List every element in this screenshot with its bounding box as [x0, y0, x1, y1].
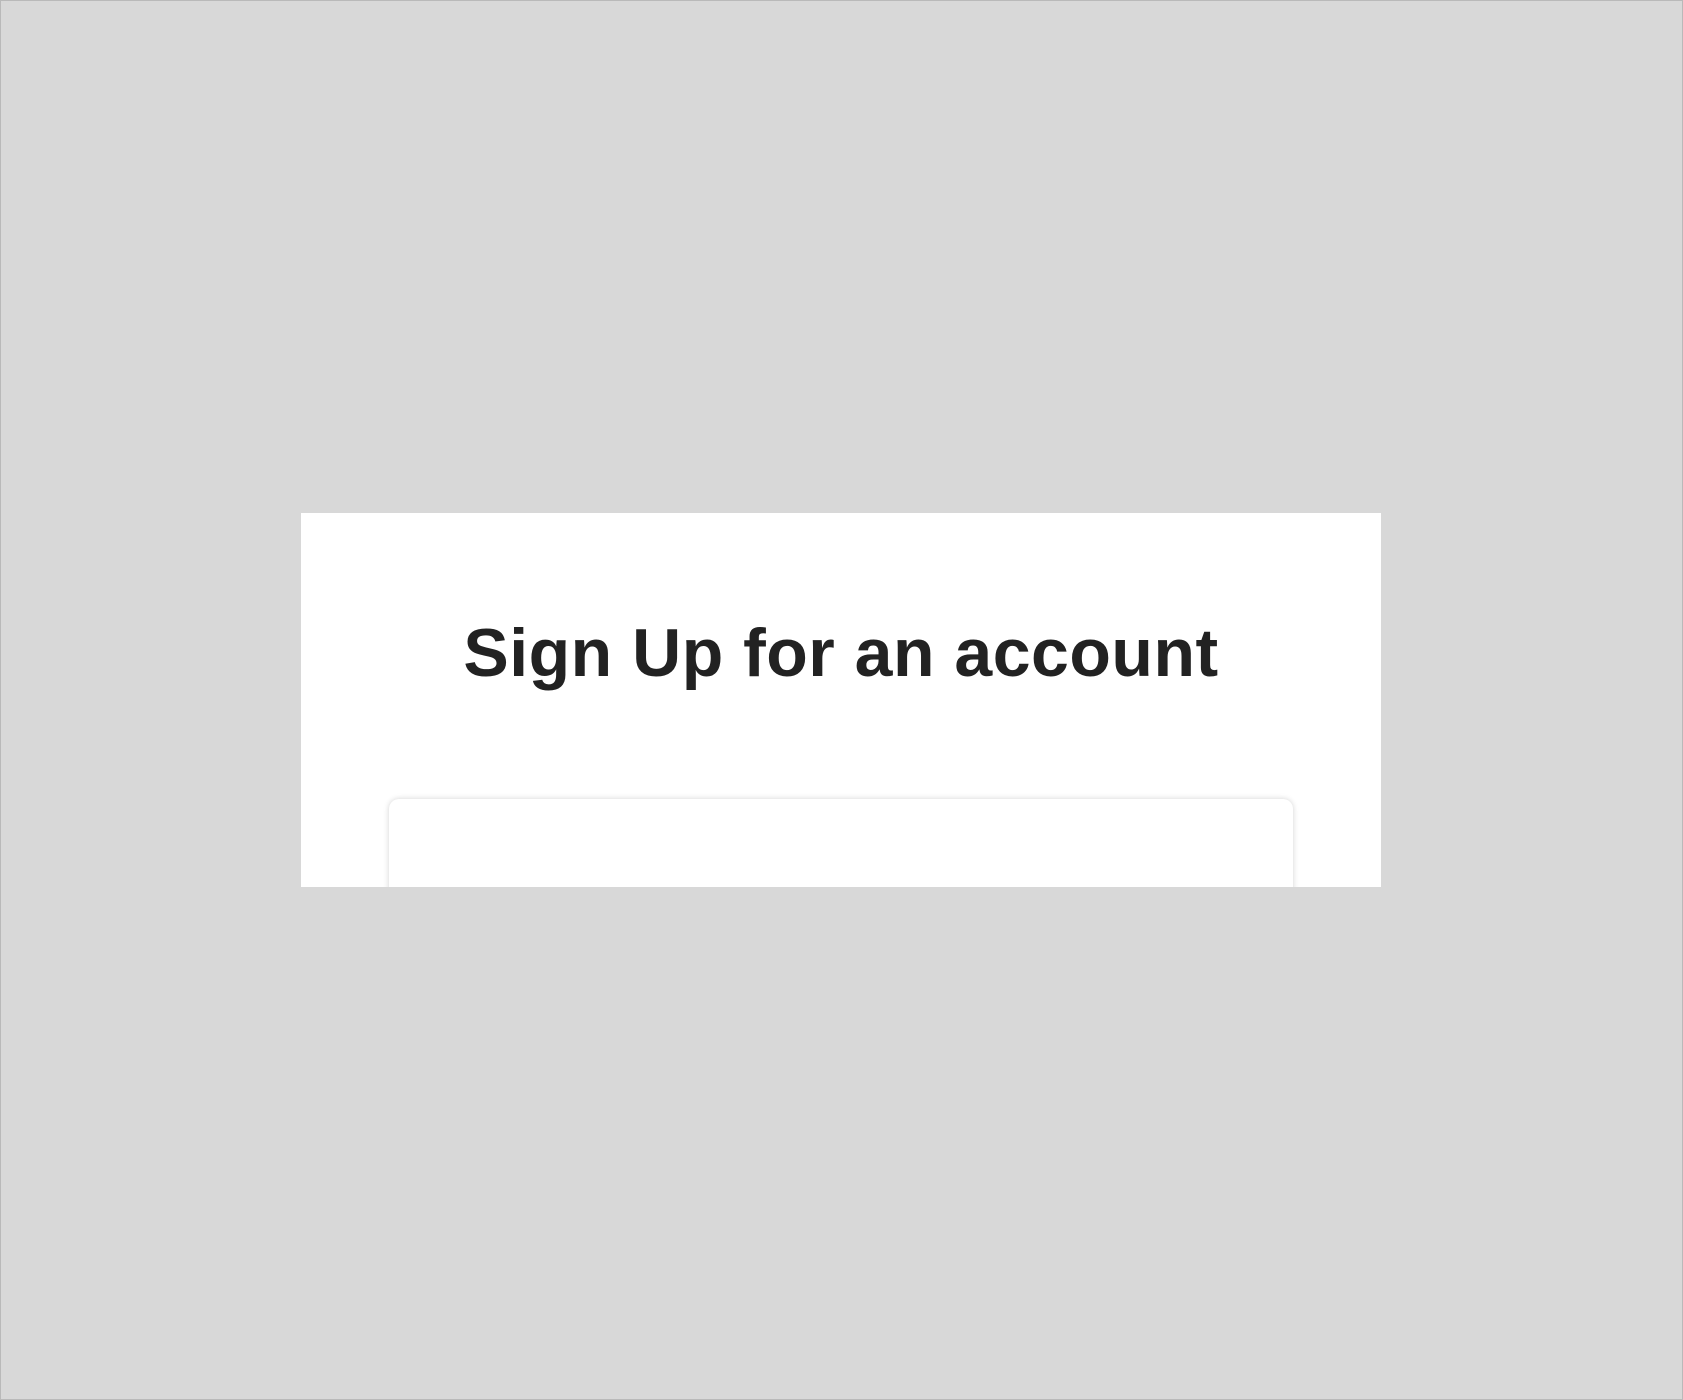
- page-title: Sign Up for an account: [463, 615, 1219, 691]
- signup-form-card: [389, 799, 1293, 887]
- signup-panel: Sign Up for an account: [301, 513, 1381, 887]
